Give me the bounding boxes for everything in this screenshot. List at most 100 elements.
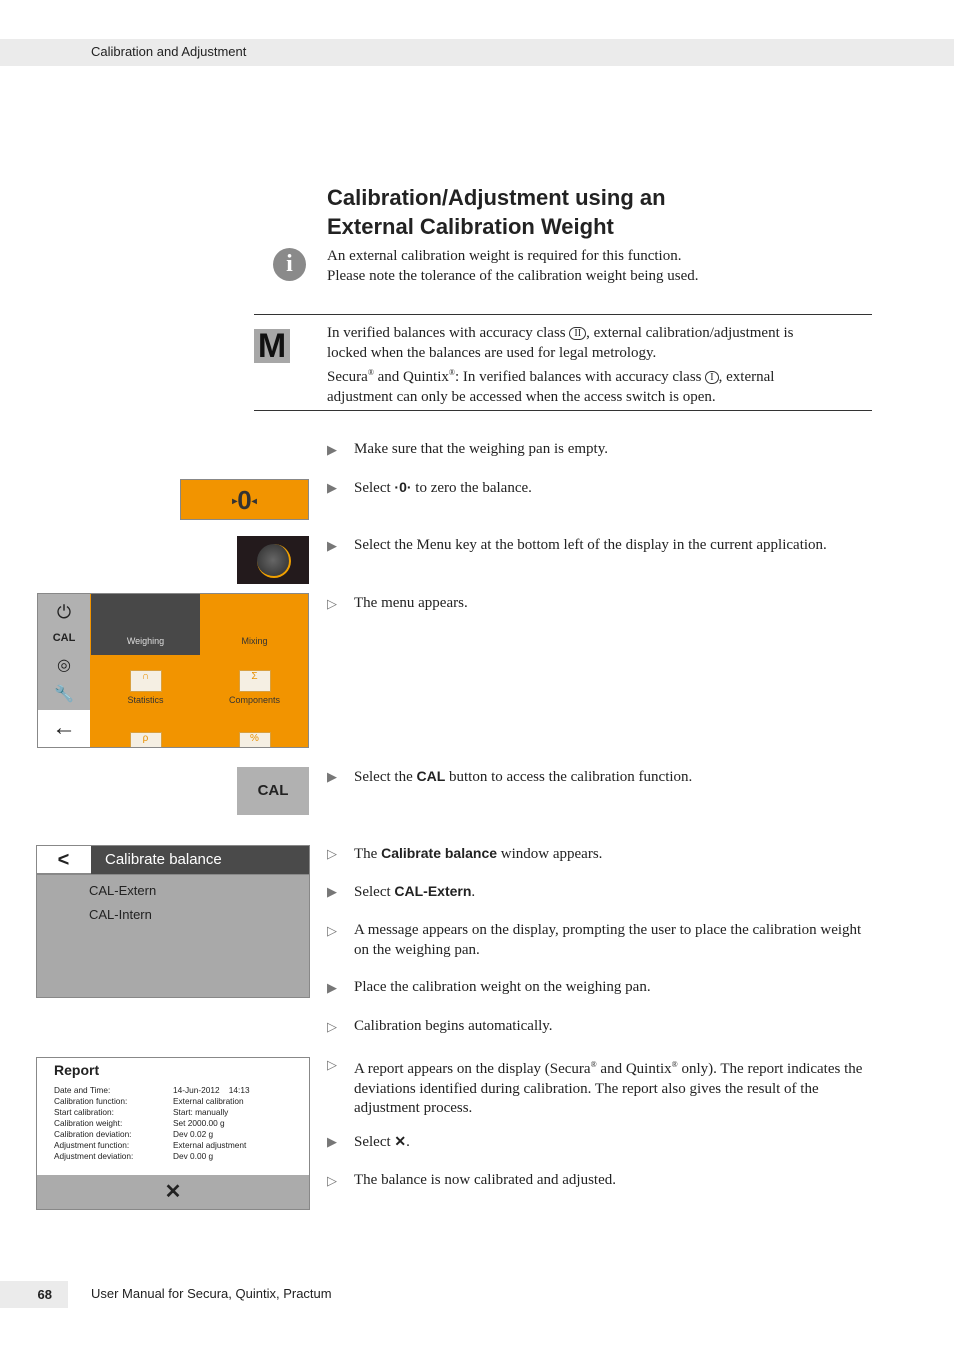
menu-screen: ⏻ CAL ◎ 🔧 ← Weighing Mixing ∩ Statistics … (37, 593, 309, 748)
step-keyword: CAL (416, 768, 446, 784)
section-title: Calibration and Adjustment (91, 44, 247, 59)
report-label: Calibration function: (54, 1096, 128, 1106)
step-text-part: . (406, 1134, 410, 1150)
step-text-part: Make sure that the weighing pan is empty… (354, 441, 608, 457)
step-text-part: and Quintix (596, 1061, 672, 1077)
statistics-icon: ∩ (129, 670, 162, 692)
tab-weighing[interactable]: Weighing (91, 594, 200, 655)
step-text: Select ✕. (354, 1132, 877, 1153)
step-result: ▷ The Calibrate balance window appears. (327, 844, 877, 865)
power-icon[interactable]: ⏻ (38, 602, 90, 623)
report-row: Calibration deviation: Dev 0.02 g (54, 1129, 250, 1140)
close-icon: ✕ (164, 1181, 182, 1203)
step-keyword: Calibrate balance (381, 845, 498, 861)
menu-key-button[interactable] (237, 536, 309, 584)
report-row: Date and Time: 14-Jun-2012 14:13 (54, 1085, 250, 1096)
back-arrow-icon[interactable]: ← (38, 710, 90, 747)
window-title: Calibrate balance (91, 846, 309, 874)
step-action: ▶ Select ✕. (327, 1132, 877, 1153)
step-text: The menu appears. (354, 594, 877, 614)
report-row: Adjustment function: External adjustment (54, 1140, 250, 1151)
info-note: An external calibration weight is requir… (327, 248, 699, 284)
step-text-part: Select the (354, 769, 417, 785)
report-value: External adjustment (173, 1140, 247, 1150)
report-title: Report (54, 1062, 100, 1078)
app-statistics[interactable]: ∩ Statistics (91, 670, 200, 705)
step-text-part: The (354, 846, 382, 862)
step-action: ▶ Select CAL-Extern. (327, 882, 877, 903)
page-number: 68 (0, 1281, 68, 1308)
step-result: ▷ A report appears on the display (Secura… (327, 1055, 877, 1119)
close-button[interactable]: ✕ (37, 1175, 309, 1209)
step-result: ▷ The menu appears. (327, 594, 877, 614)
step-text: Select the CAL button to access the cali… (354, 767, 877, 788)
report-row: Calibration function: External calibratio… (54, 1096, 250, 1107)
zero-button[interactable]: ▸0◂ (180, 479, 309, 520)
step-text-part: Select (354, 884, 395, 900)
title-bar: < Calibrate balance (37, 846, 309, 875)
action-triangle-icon: ▶ (327, 480, 337, 495)
step-text: A message appears on the display, prompt… (354, 921, 877, 960)
action-triangle-icon: ▶ (327, 884, 337, 899)
report-label: Calibration weight: (54, 1118, 123, 1128)
chevron-left-icon[interactable]: < (37, 846, 90, 874)
action-triangle-icon: ▶ (327, 1134, 337, 1149)
app-percent[interactable]: % (200, 732, 308, 747)
result-triangle-icon: ▷ (327, 846, 337, 861)
action-triangle-icon: ▶ (327, 769, 337, 784)
report-rows: Date and Time: 14-Jun-2012 14:13 Calibrati… (54, 1085, 250, 1162)
step-text-part: Select the Menu key at the bottom left o… (354, 537, 827, 553)
step-action: ▶ Select ·0· to zero the balance. (327, 478, 877, 499)
result-triangle-icon: ▷ (327, 923, 337, 938)
divider (254, 314, 872, 315)
result-triangle-icon: ▷ (327, 1019, 337, 1034)
option-cal-intern[interactable]: CAL-Intern (89, 907, 152, 922)
action-triangle-icon: ▶ (327, 980, 337, 995)
app-components[interactable]: Σ Components (200, 670, 308, 705)
percent-icon: % (238, 732, 271, 747)
step-result: ▷ The balance is now calibrated and adjus… (327, 1171, 877, 1191)
result-triangle-icon: ▷ (327, 596, 337, 611)
step-text-part: window appears. (497, 846, 603, 862)
step-action: ▶ Select the CAL button to access the cal… (327, 767, 877, 788)
accuracy-class-i-icon: I (705, 371, 719, 384)
wrench-icon[interactable]: 🔧 (38, 684, 90, 704)
step-text: Select ·0· to zero the balance. (354, 478, 877, 499)
report-value: Start: manually (173, 1107, 229, 1117)
report-row: Adjustment deviation: Dev 0.00 g (54, 1151, 250, 1162)
step-action: ▶ Make sure that the weighing pan is empt… (327, 440, 877, 460)
step-text: A report appears on the display (Secura®… (354, 1055, 877, 1119)
report-value: 14-Jun-2012 14:13 (173, 1085, 250, 1095)
report-value: Dev 0.02 g (173, 1129, 214, 1139)
report-window: Report Date and Time: 14-Jun-2012 14:13 Ca… (36, 1057, 310, 1210)
components-icon: Σ (238, 670, 271, 692)
step-text-part: The menu appears. (354, 595, 468, 611)
step-text: The balance is now calibrated and adjust… (354, 1171, 877, 1191)
target-icon[interactable]: ◎ (38, 655, 90, 675)
step-text-part: A report appears on the display (Secura (354, 1061, 591, 1077)
step-text: Select the Menu key at the bottom left o… (354, 536, 877, 556)
header-bar: Calibration and Adjustment (0, 39, 954, 66)
cal-menu-item[interactable]: CAL (38, 632, 90, 644)
step-text-part: . (471, 884, 476, 900)
result-triangle-icon: ▷ (327, 1173, 337, 1188)
step-text-part: A message appears on the display, prompt… (354, 922, 862, 958)
action-triangle-icon: ▶ (327, 538, 337, 553)
menu-grid-icon (257, 544, 291, 578)
report-value: External calibration (173, 1096, 244, 1106)
cal-button[interactable]: CAL (237, 767, 309, 815)
page-title: Calibration/Adjustment using an External … (327, 185, 666, 239)
tab-mixing[interactable]: Mixing (200, 594, 308, 655)
metrology-note: In verified balances with accuracy class… (327, 325, 794, 405)
action-triangle-icon: ▶ (327, 442, 337, 457)
report-label: Adjustment function: (54, 1140, 130, 1150)
report-row: Calibration weight: Set 2000.00 g (54, 1118, 250, 1129)
density-icon: ρ (129, 732, 162, 747)
step-action: ▶ Select the Menu key at the bottom left … (327, 536, 877, 556)
report-value: Dev 0.00 g (173, 1151, 214, 1161)
app-density[interactable]: ρ (91, 732, 200, 747)
option-cal-extern[interactable]: CAL-Extern (89, 883, 156, 898)
calibrate-balance-window: < Calibrate balance CAL-Extern CAL-Inter… (36, 845, 310, 998)
step-text-part: Select (354, 480, 395, 496)
step-text-part: Place the calibration weight on the weig… (354, 979, 651, 995)
